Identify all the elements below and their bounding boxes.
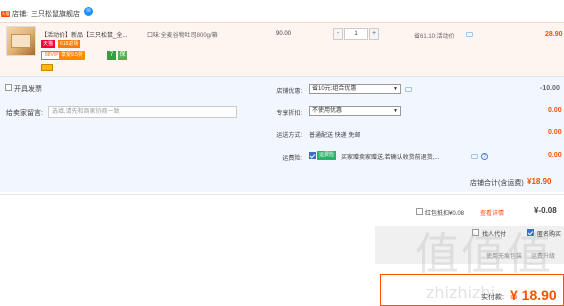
quantity-input[interactable]: 1 [344,28,368,40]
red-packet-checkbox[interactable] [416,208,423,215]
store-discount-amount: -10.00 [540,85,560,92]
tmall-store-badge: 天猫 [1,11,10,17]
insurance-checkbox[interactable] [309,152,316,159]
red-packet-label: 红包抵扣¥0.08 [425,211,465,217]
chat-icon[interactable] [466,32,473,37]
store-discount-label: 店铺优惠: [276,89,302,95]
credit-card-icon [41,64,53,71]
exclusive-discount-label: 专享折扣: [276,111,302,117]
watermark-en: zhizhizhi [426,283,495,302]
exclusive-discount-amount: 0.00 [548,107,562,114]
item-title-link[interactable]: 【活动价】新品【三只松鼠_全... [41,30,127,39]
chat-icon[interactable] [405,87,412,92]
wangwang-chat-icon[interactable]: ✉ [84,7,93,16]
invoice-checkbox[interactable] [5,84,12,91]
chat-icon[interactable] [471,154,478,159]
exclusive-discount-select[interactable]: 不使用优惠 [309,106,401,116]
store-label: 店铺: [12,11,28,18]
item-total: 28.90 [545,31,563,38]
shipping-amount: 0.00 [548,129,562,136]
message-label: 给卖家留言: [6,110,43,117]
promo-tag: 618返场 [58,40,81,48]
shipping-method: 普通配送 快递 免邮 [309,133,361,139]
watermark-cn: 值值值 [415,229,553,280]
item-sku: 口味:全麦谷物吐司800g/箱 [147,33,218,39]
store-name-link[interactable]: 三只松鼠旗舰店 [31,9,80,19]
payment-value: ¥ 18.90 [510,287,557,303]
insurance-amount: 0.00 [548,152,562,159]
seven-day-return-icon[interactable]: 7 [107,51,116,60]
insurance-label: 运费险: [282,156,302,162]
store-total-label: 店铺合计(含运费) [470,180,524,187]
quantity-increase-button[interactable]: + [369,28,379,40]
invoice-label: 开具发票 [14,86,42,93]
unit-price: 90.00 [276,31,292,37]
shipping-label: 运送方式: [276,133,302,139]
store-discount-select[interactable]: 省10元:组合优惠 [309,84,401,94]
store-total-value: ¥18.90 [527,177,552,186]
quantity-decrease-button[interactable]: - [333,28,343,40]
red-packet-deduct: ¥-0.08 [534,206,557,215]
insurance-tag: 运费险 [317,151,337,160]
product-thumbnail[interactable] [6,26,36,56]
guarantee-icon[interactable]: 保 [118,51,127,60]
red-packet-detail-link[interactable]: 查看详情 [480,208,504,217]
insurance-description: 买家赠卖家赠送,若确认收货前退货,... [341,155,440,161]
discount-tag: 享受9.5折 [59,51,85,60]
item-saving: 省61.10:活动价 [414,34,455,40]
tmall-tag: 天猫 [41,40,56,48]
help-icon[interactable]: ? [481,153,488,160]
message-to-seller-input[interactable]: 选填,请先和商家协商一致 [48,106,237,118]
